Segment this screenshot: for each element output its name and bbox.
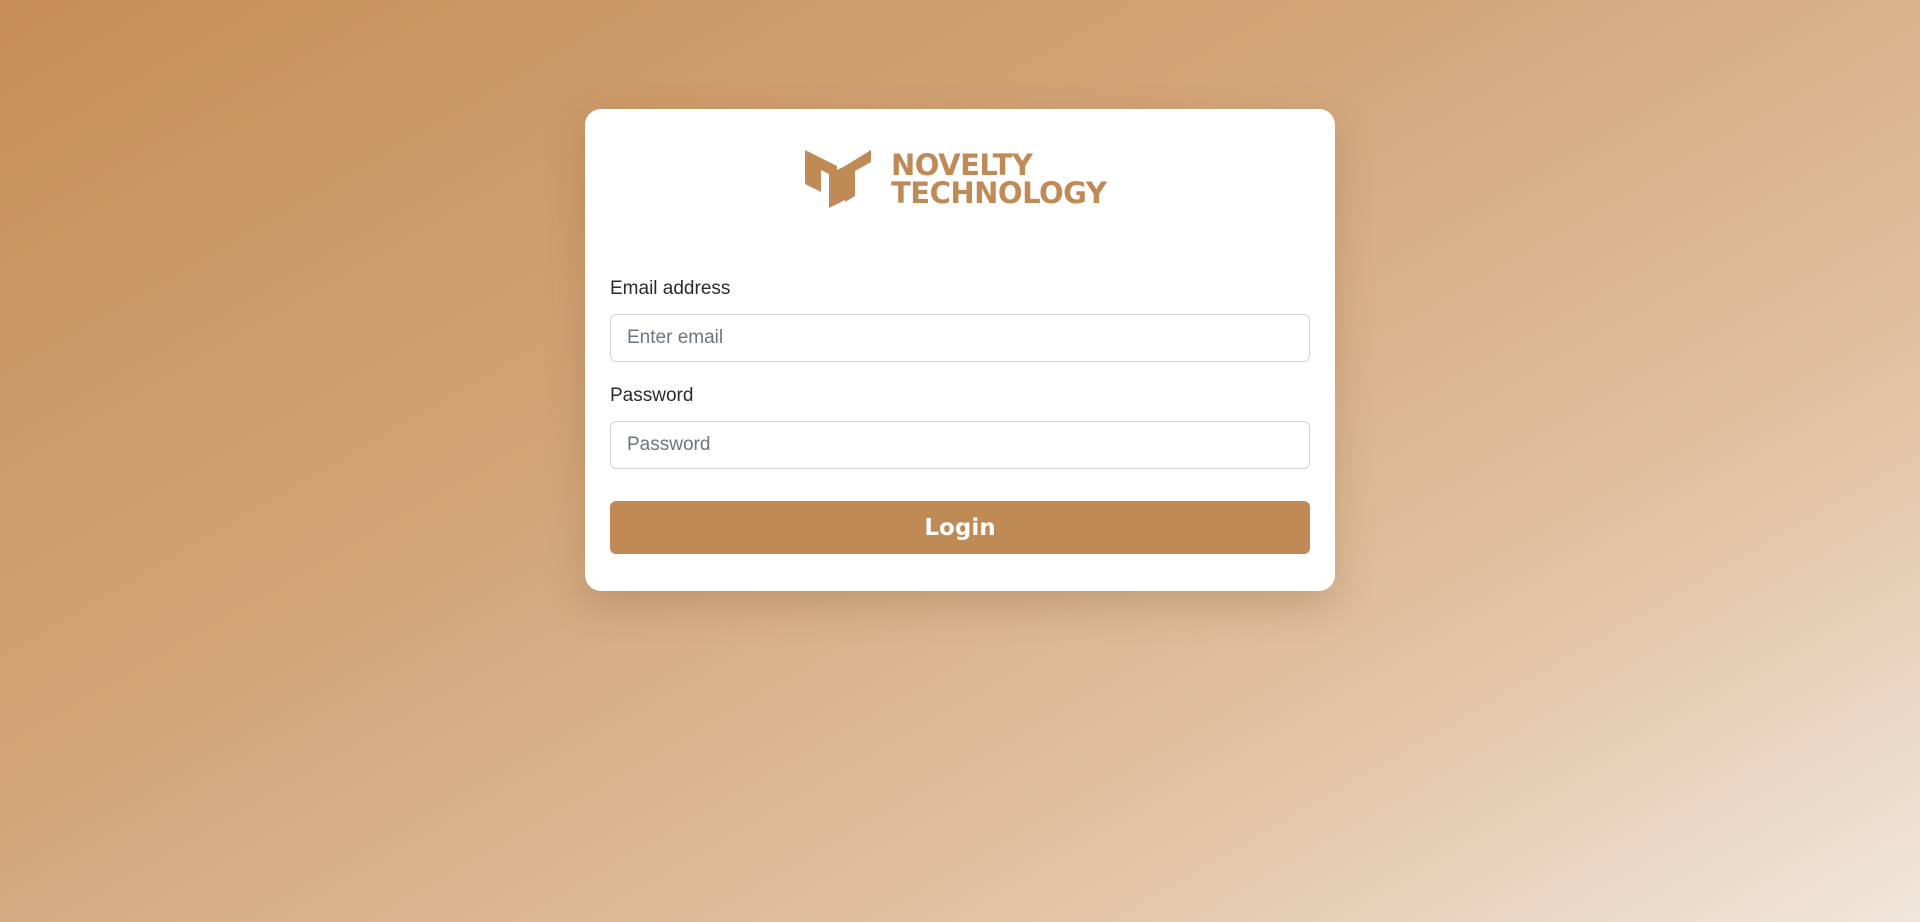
brand-name-line2: TECHNOLOGY (891, 176, 1107, 210)
password-label: Password (610, 385, 694, 406)
login-button[interactable]: Login (610, 501, 1310, 554)
password-field[interactable] (610, 421, 1310, 469)
email-label: Email address (610, 278, 731, 299)
brand-name: NOVELTY TECHNOLOGY (891, 148, 1107, 210)
brand-name-line1: NOVELTY (891, 148, 1033, 182)
novelty-logo-icon (805, 150, 871, 208)
email-field[interactable] (610, 314, 1310, 362)
login-card: NOVELTY TECHNOLOGY Email address Passwor… (585, 109, 1335, 591)
brand-logo: NOVELTY TECHNOLOGY (803, 148, 1107, 210)
